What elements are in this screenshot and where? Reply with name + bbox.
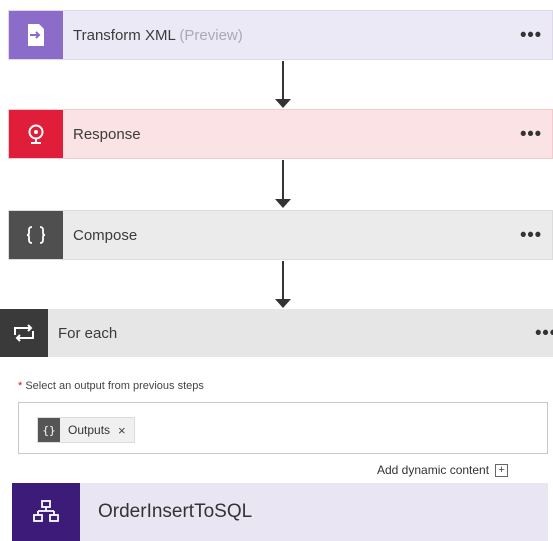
braces-icon: {} [38, 418, 60, 442]
outputs-token-label: Outputs [68, 423, 111, 437]
response-card[interactable]: Response ••• [8, 109, 553, 159]
compose-more-button[interactable]: ••• [520, 225, 542, 246]
response-title: Response [73, 125, 141, 143]
transform-xml-title-text: Transform XML [73, 26, 176, 44]
order-insert-to-sql-title: OrderInsertToSQL [98, 501, 253, 522]
connector-arrow [273, 160, 293, 208]
transform-xml-more-button[interactable]: ••• [520, 25, 542, 46]
output-select-field[interactable]: {} Outputs × [18, 402, 548, 454]
loop-icon [0, 309, 48, 357]
response-icon [9, 110, 63, 158]
hierarchy-icon [12, 483, 80, 541]
for-each-title: For each [58, 324, 118, 342]
connector-arrow [273, 61, 293, 108]
compose-card[interactable]: Compose ••• [8, 210, 553, 260]
output-field-label-text: Select an output from previous steps [25, 380, 204, 392]
braces-icon [9, 211, 63, 259]
required-marker: * [18, 380, 23, 392]
output-field-label: * Select an output from previous steps [18, 380, 204, 392]
add-dynamic-content-link[interactable]: Add dynamic content + [377, 463, 509, 477]
order-insert-to-sql-card[interactable]: OrderInsertToSQL [12, 483, 548, 541]
compose-title: Compose [73, 226, 138, 244]
outputs-token[interactable]: {} Outputs × [37, 417, 135, 443]
transform-xml-icon [9, 11, 63, 59]
connector-arrow [273, 261, 293, 308]
for-each-card[interactable]: For each ••• [0, 309, 553, 357]
transform-xml-card[interactable]: Transform XML (Preview) ••• [8, 10, 553, 60]
transform-xml-title: Transform XML (Preview) [63, 27, 243, 44]
for-each-more-button[interactable]: ••• [535, 323, 553, 344]
remove-token-button[interactable]: × [118, 423, 126, 438]
plus-icon: + [495, 463, 509, 477]
response-more-button[interactable]: ••• [520, 124, 542, 145]
add-dynamic-content-label: Add dynamic content [377, 463, 490, 477]
preview-tag: (Preview) [179, 26, 243, 44]
